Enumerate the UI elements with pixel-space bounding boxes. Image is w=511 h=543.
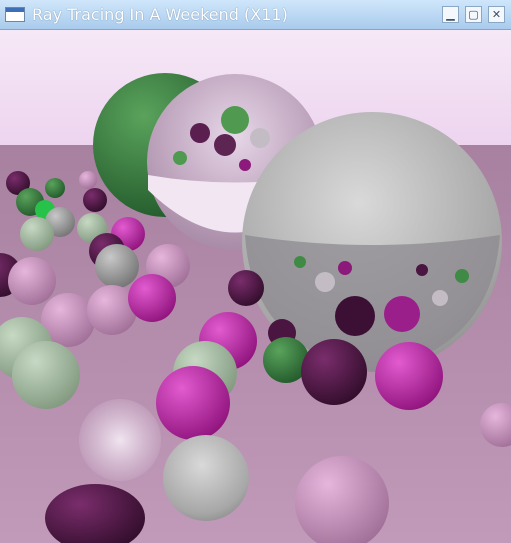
render-viewport <box>0 30 511 543</box>
close-button[interactable]: ✕ <box>488 6 505 23</box>
window-title: Ray Tracing In A Weekend (X11) <box>32 5 288 24</box>
title-bar[interactable]: Ray Tracing In A Weekend (X11) ▁ ▢ ✕ <box>0 0 511 30</box>
raytraced-scene <box>0 30 511 543</box>
large-metal-sphere <box>242 112 502 372</box>
minimize-button[interactable]: ▁ <box>442 6 459 23</box>
app-window: Ray Tracing In A Weekend (X11) ▁ ▢ ✕ <box>0 0 511 543</box>
maximize-button[interactable]: ▢ <box>465 6 482 23</box>
window-app-icon[interactable] <box>5 7 25 22</box>
